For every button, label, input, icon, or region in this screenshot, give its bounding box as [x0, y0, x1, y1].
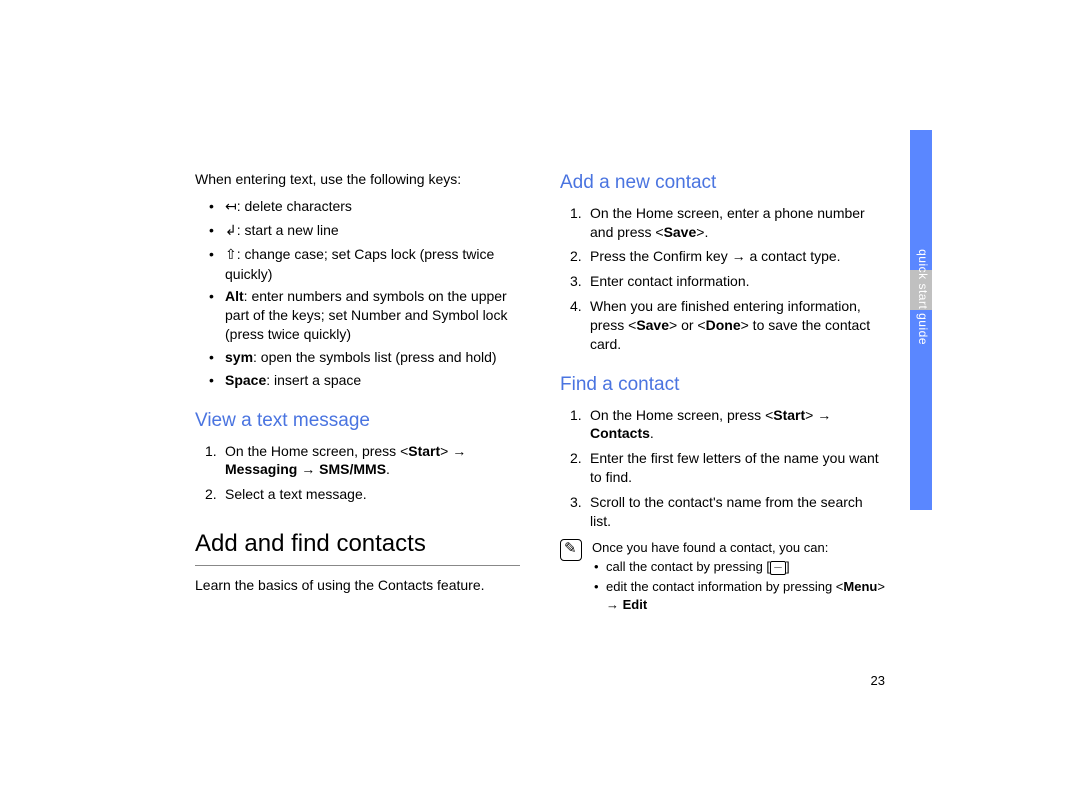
note-call: call the contact by pressing [⏤] [592, 558, 885, 576]
new-steps: On the Home screen, enter a phone number… [560, 204, 885, 354]
call-key-icon: ⏤ [770, 561, 786, 575]
key-item: ↲: start a new line [195, 221, 520, 241]
find-steps: On the Home screen, press <Start> → Cont… [560, 406, 885, 531]
step-item: On the Home screen, enter a phone number… [560, 204, 885, 242]
key-item: sym: open the symbols list (press and ho… [195, 348, 520, 367]
key-item: ↤: delete characters [195, 197, 520, 217]
key-list: ↤: delete characters ↲: start a new line ⇧… [195, 197, 520, 390]
key-item: Alt: enter numbers and symbols on the up… [195, 287, 520, 344]
view-steps: On the Home screen, press <Start> → Mess… [195, 442, 520, 505]
intro-text: When entering text, use the following ke… [195, 170, 520, 189]
left-column: When entering text, use the following ke… [195, 170, 520, 613]
step-item: Select a text message. [195, 485, 520, 504]
side-tab-label: quick start guide [916, 249, 930, 345]
step-item: On the Home screen, press <Start> → Cont… [560, 406, 885, 444]
step-item: Enter contact information. [560, 272, 885, 291]
learn-text: Learn the basics of using the Contacts f… [195, 576, 520, 595]
note-icon [560, 539, 582, 561]
note-block: Once you have found a contact, you can: … [560, 539, 885, 613]
step-item: On the Home screen, press <Start> → Mess… [195, 442, 520, 480]
step-item: Enter the first few letters of the name … [560, 449, 885, 487]
heading-add-find: Add and find contacts [195, 528, 520, 565]
key-item: Space: insert a space [195, 371, 520, 390]
note-head: Once you have found a contact, you can: [592, 539, 885, 557]
note-edit: edit the contact information by pressing… [592, 578, 885, 613]
heading-find-contact: Find a contact [560, 372, 885, 398]
heading-view-message: View a text message [195, 408, 520, 434]
step-item: Press the Confirm key → a contact type. [560, 247, 885, 266]
key-item: ⇧: change case; set Caps lock (press twi… [195, 245, 520, 284]
page-number: 23 [871, 673, 885, 688]
step-item: When you are finished entering informati… [560, 297, 885, 354]
heading-add-contact: Add a new contact [560, 170, 885, 196]
step-item: Scroll to the contact's name from the se… [560, 493, 885, 531]
note-body: Once you have found a contact, you can: … [592, 539, 885, 613]
right-column: Add a new contact On the Home screen, en… [560, 170, 885, 613]
